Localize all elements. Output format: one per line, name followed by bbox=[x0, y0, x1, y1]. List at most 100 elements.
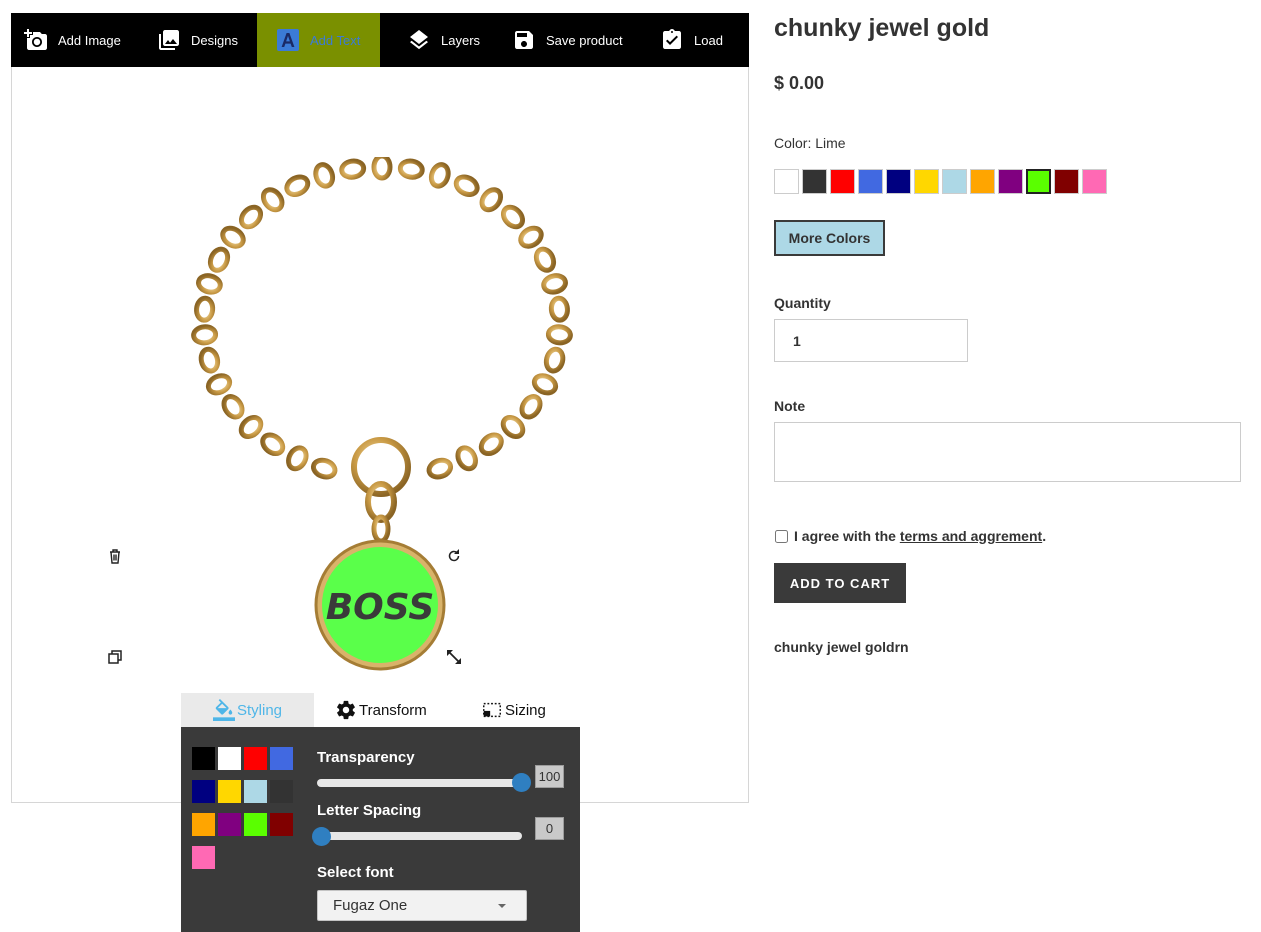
load-label: Load bbox=[694, 32, 723, 48]
text-color-swatch[interactable] bbox=[244, 780, 267, 803]
tab-styling-label: Styling bbox=[237, 701, 283, 719]
text-color-swatch[interactable] bbox=[192, 846, 215, 869]
chain-link bbox=[478, 432, 504, 457]
letter-spacing-value[interactable]: 0 bbox=[535, 817, 564, 840]
chain-link bbox=[397, 158, 425, 180]
tab-sizing[interactable]: Sizing bbox=[458, 693, 580, 727]
tab-transform[interactable]: Transform bbox=[314, 693, 458, 727]
chain-link bbox=[548, 295, 570, 323]
text-color-swatch[interactable] bbox=[218, 780, 241, 803]
text-color-swatch[interactable] bbox=[270, 747, 293, 770]
add-text-label: Add Text bbox=[310, 32, 361, 48]
product-color-swatch[interactable] bbox=[914, 169, 939, 194]
more-colors-button[interactable]: More Colors bbox=[774, 220, 885, 256]
bracelet-product-image: BOSS bbox=[191, 157, 573, 671]
chain-link bbox=[455, 445, 478, 472]
text-color-swatch[interactable] bbox=[218, 813, 241, 836]
text-color-swatch[interactable] bbox=[244, 747, 267, 770]
product-title: chunky jewel gold bbox=[774, 14, 990, 42]
designs-button[interactable]: Designs bbox=[140, 13, 257, 67]
transparency-label: Transparency bbox=[317, 749, 415, 766]
resize-icon bbox=[447, 650, 461, 664]
terms-link[interactable]: terms and aggrement bbox=[900, 528, 1042, 544]
chain-link bbox=[545, 324, 573, 346]
note-field[interactable] bbox=[774, 422, 1241, 482]
product-color-swatch[interactable] bbox=[886, 169, 911, 194]
text-color-swatch[interactable] bbox=[244, 813, 267, 836]
text-icon bbox=[277, 29, 299, 51]
chain-link bbox=[543, 346, 566, 374]
load-button[interactable]: Load bbox=[639, 13, 749, 67]
chain-link bbox=[260, 187, 285, 213]
product-color-swatch[interactable] bbox=[1082, 169, 1107, 194]
gear-icon bbox=[337, 700, 355, 720]
save-product-label: Save product bbox=[546, 32, 623, 48]
rotate-layer-button[interactable] bbox=[445, 547, 463, 565]
chain-link bbox=[371, 157, 393, 181]
chain-link bbox=[286, 445, 309, 472]
transparency-slider-thumb[interactable] bbox=[512, 773, 531, 792]
duplicate-icon bbox=[108, 650, 122, 664]
chain-link bbox=[500, 204, 526, 230]
pendant-text[interactable]: BOSS bbox=[326, 587, 435, 628]
chain-link bbox=[479, 187, 504, 213]
duplicate-layer-button[interactable] bbox=[106, 648, 124, 666]
add-image-label: Add Image bbox=[58, 32, 121, 48]
chain-link bbox=[428, 162, 451, 189]
chain-link bbox=[238, 414, 264, 440]
add-image-button[interactable]: Add Image bbox=[11, 13, 140, 67]
designs-label: Designs bbox=[191, 32, 238, 48]
add-photo-icon bbox=[24, 29, 47, 50]
chain-link bbox=[196, 273, 223, 295]
chain-link bbox=[310, 457, 338, 480]
product-color-swatch[interactable] bbox=[998, 169, 1023, 194]
product-color-swatch[interactable] bbox=[830, 169, 855, 194]
product-color-swatch[interactable] bbox=[858, 169, 883, 194]
rotate-icon bbox=[448, 549, 460, 562]
product-color-swatches bbox=[774, 169, 1110, 194]
chain-link bbox=[533, 246, 557, 273]
letter-spacing-slider-thumb[interactable] bbox=[312, 827, 331, 846]
layers-label: Layers bbox=[441, 32, 481, 48]
letter-spacing-slider-track[interactable] bbox=[317, 832, 522, 840]
text-color-swatch[interactable] bbox=[270, 813, 293, 836]
product-color-swatch[interactable] bbox=[970, 169, 995, 194]
text-color-swatch[interactable] bbox=[192, 780, 215, 803]
tab-styling[interactable]: Styling bbox=[181, 693, 314, 727]
chain-link bbox=[198, 346, 221, 374]
image-gallery-icon bbox=[159, 30, 179, 50]
font-select[interactable]: Fugaz One bbox=[317, 890, 527, 921]
terms-checkbox[interactable] bbox=[775, 529, 788, 543]
product-color-swatch[interactable] bbox=[1026, 169, 1051, 194]
chain-link bbox=[518, 225, 544, 249]
text-color-swatch[interactable] bbox=[192, 813, 215, 836]
text-tool-tabs: Styling Transform Sizing bbox=[181, 693, 580, 727]
color-label: Color: Lime bbox=[774, 135, 846, 151]
select-font-label: Select font bbox=[317, 864, 394, 881]
product-color-swatch[interactable] bbox=[802, 169, 827, 194]
text-color-swatch[interactable] bbox=[192, 747, 215, 770]
save-icon bbox=[515, 31, 533, 49]
chain-link bbox=[313, 162, 336, 189]
product-color-swatch[interactable] bbox=[942, 169, 967, 194]
tab-sizing-label: Sizing bbox=[505, 701, 546, 719]
chain-link bbox=[284, 174, 311, 197]
transparency-value[interactable]: 100 bbox=[535, 765, 564, 788]
text-color-swatch[interactable] bbox=[218, 747, 241, 770]
layers-button[interactable]: Layers bbox=[380, 13, 494, 67]
chain-link bbox=[260, 432, 286, 457]
add-text-button[interactable]: Add Text bbox=[257, 13, 380, 67]
resize-layer-button[interactable] bbox=[445, 648, 463, 666]
product-color-swatch[interactable] bbox=[1054, 169, 1079, 194]
delete-layer-button[interactable] bbox=[106, 547, 124, 565]
transparency-slider-track[interactable] bbox=[317, 779, 522, 787]
save-product-button[interactable]: Save product bbox=[494, 13, 639, 67]
add-to-cart-button[interactable]: ADD TO CART bbox=[774, 563, 906, 603]
paint-bucket-icon bbox=[213, 699, 235, 721]
terms-agreement: I agree with the terms and aggrement. bbox=[775, 528, 1046, 544]
designer-toolbar: Add Image Designs Add Text Layers Save p… bbox=[11, 13, 749, 67]
text-color-swatch[interactable] bbox=[270, 780, 293, 803]
quantity-input[interactable] bbox=[774, 319, 968, 362]
chain-link bbox=[426, 457, 454, 480]
product-color-swatch[interactable] bbox=[774, 169, 799, 194]
